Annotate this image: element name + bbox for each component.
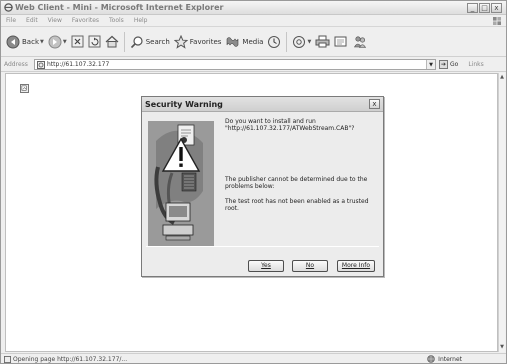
forward-arrow-icon bbox=[48, 35, 62, 48]
refresh-icon bbox=[88, 35, 101, 48]
address-input[interactable]: http://61.107.32.177 ▼ bbox=[34, 59, 436, 70]
address-url: http://61.107.32.177 bbox=[47, 61, 110, 68]
back-label: Back bbox=[22, 37, 39, 46]
address-label: Address bbox=[4, 61, 28, 68]
internet-explorer-icon bbox=[4, 3, 13, 12]
menu-bar: File Edit View Favorites Tools Help bbox=[1, 15, 506, 27]
stop-button[interactable] bbox=[69, 30, 86, 54]
menu-edit[interactable]: Edit bbox=[21, 17, 43, 24]
security-warning-dialog: Security Warning x Do you want to instal… bbox=[141, 96, 384, 277]
edit-page-icon bbox=[334, 36, 347, 47]
history-button[interactable] bbox=[265, 30, 283, 54]
back-arrow-icon bbox=[6, 35, 20, 48]
status-message: Opening page http://61.107.32.177/... bbox=[4, 355, 128, 363]
address-bar: Address http://61.107.32.177 ▼ ➔ Go Link… bbox=[1, 58, 506, 72]
more-info-button[interactable]: More Info bbox=[337, 260, 375, 272]
warning-icon bbox=[148, 121, 214, 246]
page-loading-icon bbox=[4, 355, 11, 363]
window-controls: _ □ x bbox=[467, 3, 502, 13]
vertical-scrollbar[interactable]: ▲ ▼ bbox=[498, 73, 505, 352]
trusted-root-warning-text: The test root has not been enabled as a … bbox=[225, 198, 369, 212]
scroll-down-icon[interactable]: ▼ bbox=[499, 344, 505, 351]
menu-view[interactable]: View bbox=[43, 17, 67, 24]
favorites-button[interactable]: Favorites bbox=[172, 30, 224, 54]
favorites-label: Favorites bbox=[189, 37, 222, 46]
chevron-down-icon[interactable]: ▼ bbox=[426, 60, 435, 69]
toolbar-separator bbox=[123, 31, 125, 52]
messenger-icon bbox=[354, 35, 367, 48]
home-icon bbox=[105, 35, 119, 48]
no-button[interactable]: No bbox=[292, 260, 328, 272]
chevron-down-icon[interactable]: ▼ bbox=[40, 39, 44, 45]
search-label: Search bbox=[145, 37, 170, 46]
security-warning-graphic bbox=[148, 121, 214, 246]
menu-favorites[interactable]: Favorites bbox=[67, 17, 104, 24]
mail-button[interactable]: ▼ bbox=[290, 30, 313, 54]
edit-button[interactable] bbox=[332, 30, 351, 54]
status-text: Opening page http://61.107.32.177/... bbox=[13, 355, 128, 363]
yes-button[interactable]: Yes bbox=[248, 260, 284, 272]
minimize-button[interactable]: _ bbox=[467, 3, 478, 13]
search-button[interactable]: Search bbox=[128, 30, 172, 54]
security-zone: Internet bbox=[427, 355, 462, 363]
menu-tools[interactable]: Tools bbox=[104, 17, 129, 24]
home-button[interactable] bbox=[103, 30, 121, 54]
page-icon bbox=[37, 60, 45, 69]
print-button[interactable] bbox=[313, 30, 332, 54]
scroll-up-icon[interactable]: ▲ bbox=[499, 74, 505, 81]
go-label: Go bbox=[450, 61, 459, 68]
media-icon bbox=[227, 37, 239, 47]
title-bar: Web Client - Mini - Microsoft Internet E… bbox=[1, 1, 506, 15]
toolbar-separator bbox=[286, 31, 288, 52]
chevron-down-icon[interactable]: ▼ bbox=[63, 39, 67, 45]
links-button[interactable]: Links bbox=[468, 61, 483, 68]
broken-image-icon bbox=[20, 84, 29, 93]
mail-icon bbox=[293, 35, 306, 48]
printer-icon bbox=[315, 35, 330, 48]
dialog-separator bbox=[146, 246, 379, 247]
search-icon bbox=[130, 35, 143, 48]
refresh-button[interactable] bbox=[86, 30, 103, 54]
install-prompt-text: Do you want to install and run "http://6… bbox=[225, 118, 355, 132]
go-arrow-icon: ➔ bbox=[439, 60, 448, 69]
stop-icon bbox=[71, 35, 84, 48]
toolbar: Back ▼ ▼ Search Favorites Media ▼ bbox=[1, 27, 506, 57]
status-bar: Opening page http://61.107.32.177/... In… bbox=[1, 353, 506, 364]
publisher-warning-text: The publisher cannot be determined due t… bbox=[225, 176, 368, 190]
chevron-down-icon[interactable]: ▼ bbox=[307, 39, 311, 45]
dialog-title-bar: Security Warning x bbox=[142, 97, 383, 112]
maximize-button[interactable]: □ bbox=[479, 3, 490, 13]
media-button[interactable]: Media bbox=[223, 30, 265, 54]
go-button[interactable]: ➔ Go bbox=[439, 60, 458, 69]
close-button[interactable]: x bbox=[491, 3, 502, 13]
zone-label: Internet bbox=[438, 355, 462, 363]
dialog-title: Security Warning bbox=[145, 100, 223, 109]
forward-button[interactable]: ▼ bbox=[46, 30, 69, 54]
menu-help[interactable]: Help bbox=[129, 17, 153, 24]
windows-logo-icon bbox=[493, 17, 501, 25]
back-button[interactable]: Back ▼ bbox=[4, 30, 46, 54]
dialog-close-button[interactable]: x bbox=[369, 99, 380, 109]
star-icon bbox=[173, 34, 188, 49]
menu-file[interactable]: File bbox=[1, 17, 21, 24]
history-icon bbox=[268, 35, 281, 48]
globe-icon bbox=[427, 355, 435, 363]
media-label: Media bbox=[242, 37, 264, 46]
window-title: Web Client - Mini - Microsoft Internet E… bbox=[15, 3, 224, 12]
messenger-button[interactable] bbox=[351, 30, 369, 54]
